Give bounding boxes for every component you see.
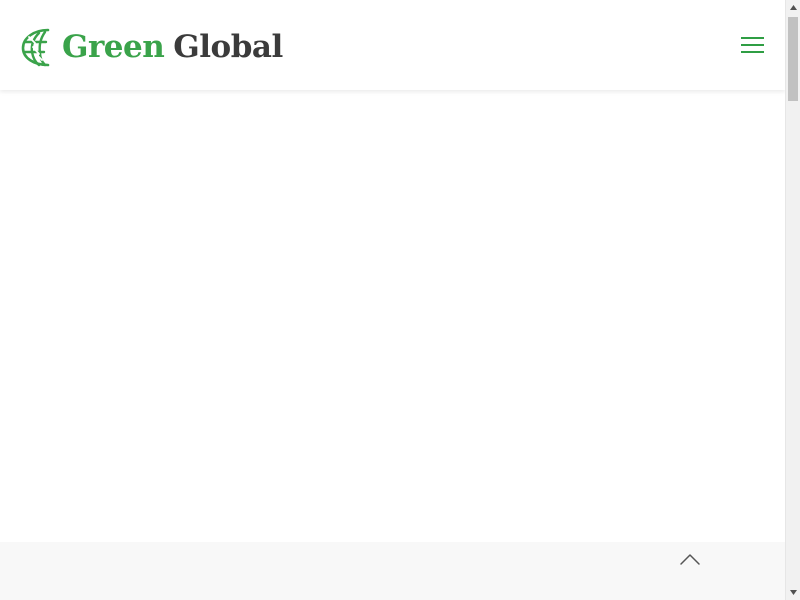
chevron-up-icon: [680, 554, 700, 565]
scroll-up-arrow[interactable]: [786, 0, 800, 15]
logo-word-green: Green: [62, 29, 165, 65]
scrollbar-thumb[interactable]: [788, 17, 798, 101]
menu-bar-top: [741, 37, 764, 39]
hamburger-menu-icon[interactable]: [738, 34, 768, 58]
back-to-top-button[interactable]: [677, 547, 703, 569]
main-content: [0, 90, 785, 542]
globe-logo-icon: [21, 28, 50, 67]
triangle-up-icon: [790, 5, 797, 10]
triangle-down-icon: [790, 590, 797, 595]
page-viewport: Green Global: [0, 0, 785, 600]
vertical-scrollbar[interactable]: [785, 0, 800, 600]
menu-bar-middle: [741, 44, 764, 46]
scroll-down-arrow[interactable]: [786, 585, 800, 600]
logo-text: Green Global: [62, 27, 283, 67]
footer-band: [0, 542, 785, 600]
logo-word-global: Global: [173, 29, 283, 65]
site-header: Green Global: [0, 0, 785, 90]
site-logo[interactable]: Green Global: [20, 26, 283, 68]
menu-bar-bottom: [741, 51, 764, 53]
